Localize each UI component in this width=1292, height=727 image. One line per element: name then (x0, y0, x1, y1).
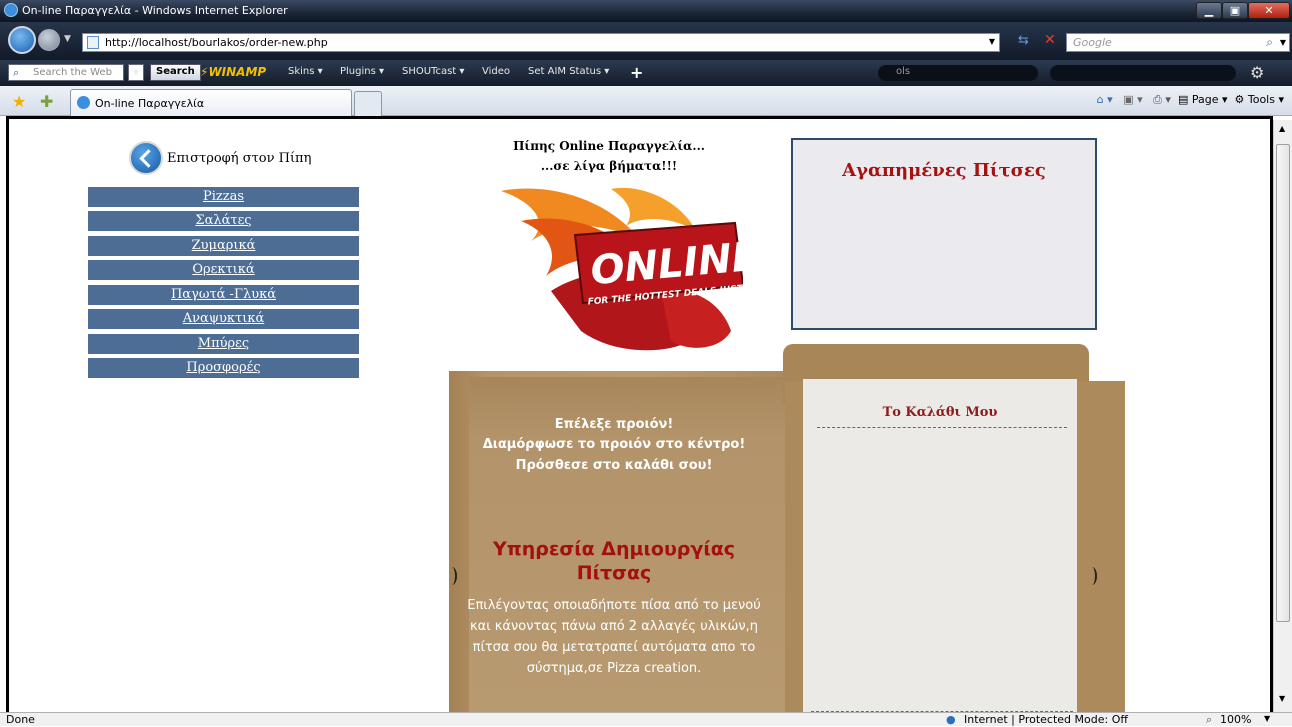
page-content: Επιστροφή στον Πίπη Pizzas Σαλάτες Ζυμαρ… (6, 116, 1273, 712)
minimize-button[interactable]: ▁ (1196, 2, 1222, 19)
search-icon[interactable]: ⌕ (1266, 35, 1273, 50)
add-favorites-icon[interactable]: ✚ (40, 92, 53, 111)
internet-zone-icon: ● (946, 713, 956, 726)
tools-menu[interactable]: ⚙ Tools ▾ (1235, 93, 1285, 106)
close-button[interactable]: ✕ (1248, 2, 1290, 19)
search-dropdown-icon[interactable]: ▼ (1280, 38, 1286, 47)
tab-row: ★ ✚ On-line Παραγγελία ⌂ ▾ ▣ ▾ ⎙ ▾ ▤ Pag… (0, 86, 1292, 116)
toolbar-plugins[interactable]: Plugins ▾ (340, 66, 384, 77)
search-placeholder: Google (1073, 36, 1112, 49)
command-bar: ⌂ ▾ ▣ ▾ ⎙ ▾ ▤ Page ▾ ⚙ Tools ▾ (1097, 93, 1284, 107)
cart-panel: Το Καλάθι Μου (803, 379, 1077, 712)
status-text: Done (6, 713, 35, 726)
zoom-level[interactable]: 100% (1220, 713, 1251, 726)
page-header-line2: ...σε λίγα βήματα!!! (540, 159, 678, 173)
player-controls[interactable] (1050, 65, 1236, 81)
tab-label: On-line Παραγγελία (95, 97, 205, 110)
toolbar-video[interactable]: Video (482, 66, 510, 77)
print-icon[interactable]: ⎙ ▾ (1153, 93, 1171, 106)
forward-button[interactable] (38, 29, 60, 51)
feeds-icon[interactable]: ▣ ▾ (1123, 93, 1142, 106)
back-link-label[interactable]: Επιστροφή στον Πίπη (167, 151, 311, 166)
url-text: http://localhost/bourlakos/order-new.php (105, 36, 328, 49)
new-tab-button[interactable] (354, 91, 382, 116)
winamp-logo[interactable]: ⚡WINAMP (200, 65, 266, 79)
toolbar-aim-status[interactable]: Set AIM Status ▾ (528, 66, 609, 77)
menu-item-pasta[interactable]: Ζυμαρικά (88, 236, 359, 256)
ie-icon (4, 3, 18, 17)
service-title: Υπηρεσία Δημιουργίας Πίτσας (492, 538, 736, 584)
menu-item-salads[interactable]: Σαλάτες (88, 211, 359, 231)
address-bar[interactable]: http://localhost/bourlakos/order-new.php… (82, 33, 1000, 52)
scroll-down-icon[interactable]: ▼ (1279, 694, 1285, 703)
winamp-toolbar: ⌕ Search the Web ▼ Search ⚡WINAMP Skins … (0, 60, 1292, 86)
favorites-title: Αγαπημένες Πίτσες (842, 160, 1046, 181)
maximize-button[interactable]: ▣ (1222, 2, 1248, 19)
back-arrow-icon[interactable] (129, 141, 163, 175)
service-description: Επιλέγοντας οποιαδήποτε πίσα από το μενο… (467, 598, 761, 676)
menu-item-beers[interactable]: Μπύρες (88, 334, 359, 354)
status-bar: Done ● Internet | Protected Mode: Off ⌕ … (0, 712, 1292, 726)
security-zone[interactable]: Internet | Protected Mode: Off (964, 713, 1128, 726)
instruction-1: Επέλεξε προιόν! (554, 417, 674, 432)
box-notch-left (447, 567, 457, 585)
add-icon[interactable]: + (630, 63, 643, 82)
search-web-dropdown[interactable]: ▼ (128, 64, 144, 81)
search-input[interactable]: Google ⌕ ▼ (1066, 33, 1290, 52)
vertical-scrollbar[interactable]: ▲ ▼ (1273, 120, 1292, 712)
scroll-up-icon[interactable]: ▲ (1279, 124, 1285, 133)
menu-item-desserts[interactable]: Παγωτά -Γλυκά (88, 285, 359, 305)
stop-icon[interactable]: ✕ (1044, 32, 1056, 48)
search-web-icon: ⌕ (13, 66, 20, 79)
favorites-star-icon[interactable]: ★ (12, 92, 26, 111)
toolbar-shoutcast[interactable]: SHOUTcast ▾ (402, 66, 464, 77)
zoom-icon: ⌕ (1206, 713, 1213, 726)
home-icon[interactable]: ⌂ ▾ (1097, 93, 1113, 106)
address-dropdown-icon[interactable]: ▼ (989, 37, 995, 46)
window-title: On-line Παραγγελία - Windows Internet Ex… (22, 4, 288, 17)
search-web-input[interactable]: ⌕ Search the Web (8, 64, 124, 81)
history-dropdown-icon[interactable]: ▼ (64, 34, 71, 44)
tab-ie-icon (77, 96, 90, 109)
tab-active[interactable]: On-line Παραγγελία (70, 89, 352, 116)
gear-icon[interactable]: ⚙ (1250, 63, 1264, 82)
zoom-dropdown-icon[interactable]: ▼ (1264, 714, 1270, 723)
menu-item-appetizers[interactable]: Ορεκτικά (88, 260, 359, 280)
toolbar-search-button[interactable]: Search (150, 64, 201, 81)
page-header-line1: Πίπης Online Παραγγελία... (513, 139, 705, 153)
back-button[interactable] (8, 26, 36, 54)
scrollbar-thumb[interactable] (1276, 144, 1290, 622)
cart-title: Το Καλάθι Μου (882, 405, 998, 420)
title-bar: On-line Παραγγελία - Windows Internet Ex… (0, 0, 1292, 22)
cart-divider (817, 427, 1067, 428)
refresh-icon[interactable]: ⇆ (1018, 33, 1029, 48)
box-notch-right (1087, 567, 1097, 585)
favorites-panel: Αγαπημένες Πίτσες (791, 138, 1097, 330)
toolbar-field[interactable]: ols (878, 65, 1038, 81)
online-logo: ONLINE FOR THE HOTTEST DEALS JUST CLICK.… (501, 187, 743, 351)
instruction-2: Διαμόρφωσε το προιόν στο κέντρο! (482, 437, 746, 452)
toolbar-skins[interactable]: Skins ▾ (288, 66, 323, 77)
page-menu[interactable]: ▤ Page ▾ (1178, 93, 1228, 106)
menu-item-pizzas[interactable]: Pizzas (88, 187, 359, 207)
menu-item-drinks[interactable]: Αναψυκτικά (88, 309, 359, 329)
page-icon (87, 36, 99, 49)
instruction-3: Πρόσθεσε στο καλάθι σου! (515, 458, 713, 473)
address-row: ▼ http://localhost/bourlakos/order-new.p… (0, 22, 1292, 60)
menu-item-offers[interactable]: Προσφορές (88, 358, 359, 378)
